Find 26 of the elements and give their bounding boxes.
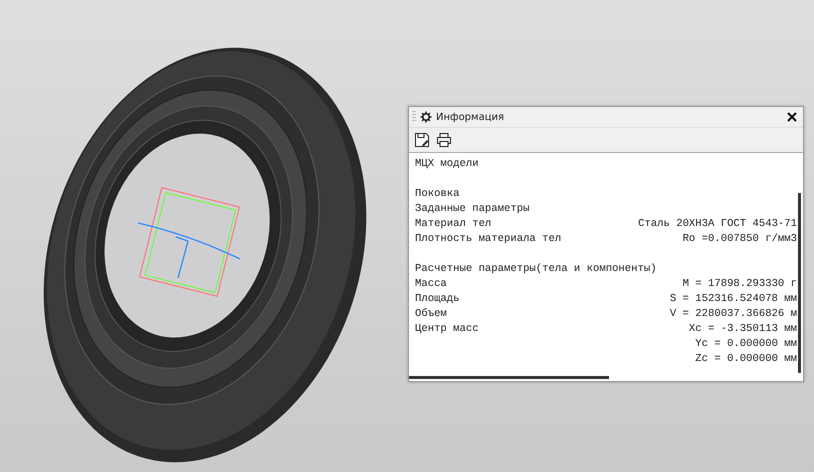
settings-icon[interactable] <box>420 111 432 123</box>
info-label: Материал тел <box>415 217 492 232</box>
panel-title: Информация <box>436 112 506 122</box>
print-icon[interactable] <box>436 132 452 148</box>
info-label: МЦХ модели <box>415 157 480 172</box>
info-label: Заданные параметры <box>415 202 530 217</box>
info-label: Масса <box>415 277 448 292</box>
info-value: Zc = 0.000000 мм <box>695 352 797 367</box>
info-label: Площадь <box>415 292 461 307</box>
info-value: Xc = -3.350113 мм <box>688 322 797 337</box>
vertical-scrollbar[interactable] <box>798 193 801 373</box>
info-value: Сталь 20ХН3А ГОСТ 4543-71 <box>638 217 797 232</box>
horizontal-scrollbar[interactable] <box>409 376 609 379</box>
save-icon[interactable] <box>414 132 430 148</box>
info-label: Объем <box>415 307 448 322</box>
info-label: Центр масс <box>415 322 480 337</box>
info-value: V = 2280037.366826 м <box>670 307 797 322</box>
info-label: Плотность материала тел <box>415 232 562 247</box>
info-value: S = 152316.524078 мм <box>670 292 797 307</box>
info-label: Расчетные параметры(тела и компоненты) <box>415 262 658 277</box>
info-value: Yc = 0.000000 мм <box>695 337 797 352</box>
close-icon[interactable] <box>787 112 797 122</box>
info-value: M = 17898.293330 г <box>682 277 797 292</box>
drag-grip-icon[interactable] <box>412 111 416 123</box>
info-value: Ro =0.007850 г/мм3 <box>682 232 797 247</box>
info-label: Поковка <box>415 187 461 202</box>
